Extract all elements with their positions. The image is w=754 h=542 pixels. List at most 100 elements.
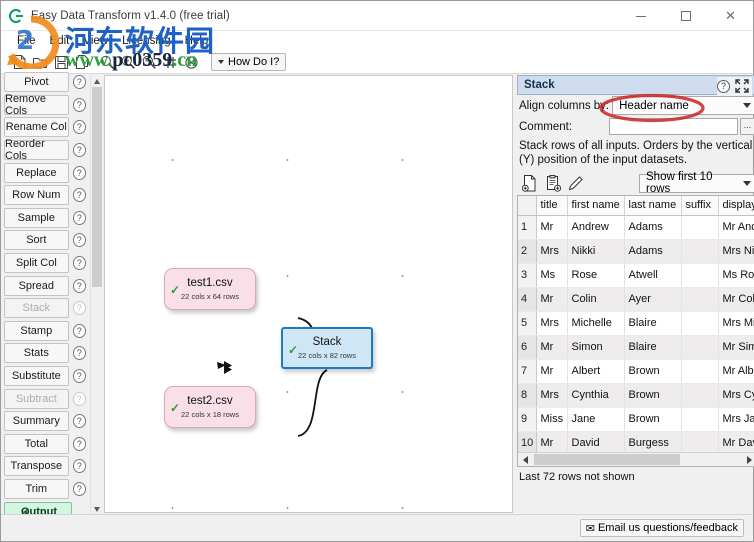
help-icon[interactable]: ? [72,233,86,248]
table-cell[interactable]: Blaire [624,335,682,360]
help-icon[interactable]: ? [72,369,86,384]
table-cell[interactable] [681,383,719,408]
sidebar-item-summary[interactable]: Summary [4,411,69,432]
zoom-out-icon[interactable] [140,53,158,71]
help-icon[interactable]: ? [72,278,86,293]
row-number[interactable]: 1 [518,215,537,240]
help-icon[interactable]: ? [717,79,730,93]
table-cell[interactable]: Brown [624,407,682,432]
sidebar-item-stats[interactable]: Stats [4,343,69,364]
table-cell[interactable]: Mr [536,335,568,360]
maximize-button[interactable] [663,1,708,31]
sidebar-item-pivot[interactable]: Pivot [4,72,69,93]
menu-edit[interactable]: Edit [43,34,77,48]
table-row[interactable]: 1MrAndrewAdams Mr Andrew [518,215,754,240]
help-icon[interactable]: ? [72,414,86,429]
table-row[interactable]: 9MissJaneBrown Mrs Jane Br [518,407,754,432]
close-circle-icon[interactable] [182,53,200,71]
comment-more-button[interactable]: ... [740,118,754,135]
menu-view[interactable]: View [76,34,115,48]
help-icon[interactable]: ? [72,481,86,496]
table-row[interactable]: 8MrsCynthiaBrown Mrs Cynthia [518,383,754,408]
sidebar-item-transpose[interactable]: Transpose [4,456,69,477]
help-icon[interactable]: ? [72,97,86,112]
table-cell[interactable]: Albert [567,359,625,384]
sidebar-item-output[interactable]: Output [4,501,72,515]
table-cell[interactable] [681,263,719,288]
table-column-header[interactable]: last name [624,196,682,216]
table-cell[interactable] [681,239,719,264]
rows-filter-select[interactable]: Show first 10 rows [639,171,754,195]
table-cell[interactable]: Miss [536,407,568,432]
help-icon[interactable]: ? [72,436,86,451]
table-row[interactable]: 6MrSimonBlaire Mr Simon B [518,335,754,360]
table-scroll-thumb[interactable] [534,454,680,465]
copy-clipboard-icon[interactable] [543,173,563,193]
row-number[interactable]: 9 [518,407,537,432]
align-columns-select[interactable]: Header name [612,96,754,115]
sidebar-item-substitute[interactable]: Substitute [4,366,69,387]
table-cell[interactable]: Jane [567,407,625,432]
canvas-node-stack[interactable]: ✓ Stack 22 cols x 82 rows [281,327,373,369]
table-cell[interactable]: Mrs Nikki A [718,239,754,264]
sidebar-item-spread[interactable]: Spread [4,275,69,296]
sidebar-item-replace[interactable]: Replace [4,162,69,183]
menu-help[interactable]: Help [178,34,216,48]
open-folder-icon[interactable] [31,53,49,71]
help-icon[interactable]: ? [72,256,86,271]
table-cell[interactable]: Mrs [536,383,568,408]
table-cell[interactable]: Ms [536,263,568,288]
table-horizontal-scrollbar[interactable] [518,452,754,466]
flow-canvas[interactable]: ✓ test1.csv 22 cols x 64 rows ✓ test2.csv 22 … [104,75,513,513]
table-cell[interactable] [681,311,719,336]
table-cell[interactable]: Mr Colin Ay [718,287,754,312]
help-icon[interactable]: ? [72,143,86,158]
table-cell[interactable]: Adams [624,215,682,240]
table-cell[interactable]: Colin [567,287,625,312]
table-cell[interactable]: Simon [567,335,625,360]
row-number[interactable]: 7 [518,359,537,384]
table-cell[interactable] [681,407,719,432]
row-number[interactable]: 4 [518,287,537,312]
zoom-icon[interactable] [98,53,116,71]
canvas-node-test1-csv[interactable]: ✓ test1.csv 22 cols x 64 rows [164,268,256,310]
data-table-container[interactable]: titlefirst namelast namesuffixdisplay na… [517,195,754,467]
table-cell[interactable]: Mr [536,359,568,384]
table-cell[interactable]: Mr Albert B [718,359,754,384]
sidebar-item-sort[interactable]: Sort [4,230,69,251]
table-row[interactable]: 2MrsNikkiAdams Mrs Nikki A [518,239,754,264]
sidebar-item-total[interactable]: Total [4,433,69,454]
table-cell[interactable] [681,215,719,240]
scroll-right-arrow-icon[interactable] [742,454,754,466]
table-cell[interactable]: Mrs [536,239,568,264]
table-cell[interactable]: Adams [624,239,682,264]
menu-licensing[interactable]: Licensing [115,34,178,48]
table-cell[interactable]: Ms Rose At [718,263,754,288]
copy-icon[interactable] [73,53,91,71]
sidebar-item-sample[interactable]: Sample [4,207,69,228]
table-cell[interactable] [681,359,719,384]
table-cell[interactable]: Mr Andrew [718,215,754,240]
scroll-left-arrow-icon[interactable] [518,454,532,466]
sidebar-scroll-thumb[interactable] [92,87,102,287]
save-icon[interactable] [52,53,70,71]
table-column-header[interactable] [518,196,537,216]
zoom-in-icon[interactable] [119,53,137,71]
how-do-i-button[interactable]: How Do I? [211,53,287,71]
table-cell[interactable]: Brown [624,359,682,384]
row-number[interactable]: 5 [518,311,537,336]
sidebar-scrollbar[interactable] [90,75,103,515]
menu-file[interactable]: File [10,34,43,48]
table-cell[interactable]: Mrs [536,311,568,336]
row-number[interactable]: 2 [518,239,537,264]
table-column-header[interactable]: suffix [681,196,719,216]
table-cell[interactable]: Blaire [624,311,682,336]
close-button[interactable]: ✕ [708,1,753,31]
row-number[interactable]: 8 [518,383,537,408]
help-icon[interactable]: ? [72,346,86,361]
export-file-icon[interactable] [520,173,540,193]
expand-icon[interactable] [735,79,749,93]
table-row[interactable]: 5MrsMichelleBlaire Mrs Michell [518,311,754,336]
table-cell[interactable] [681,287,719,312]
help-icon[interactable]: ? [72,459,86,474]
